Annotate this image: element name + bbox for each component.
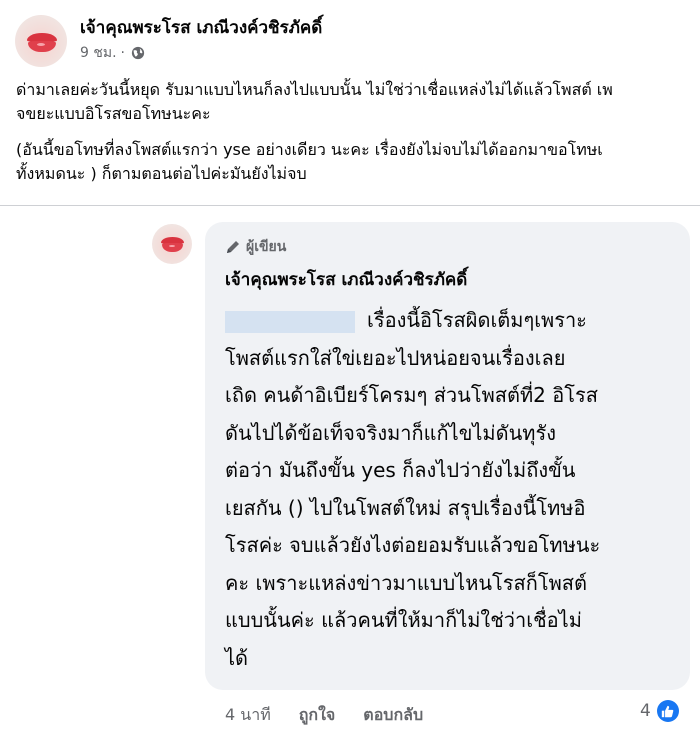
avatar[interactable] (15, 15, 67, 67)
post-author-name[interactable]: เจ้าคุณพระโรส เภณีวงค์วชิรภัคดิ์ (80, 14, 322, 41)
comment-line: ได้ (225, 645, 249, 670)
like-button[interactable]: ถูกใจ (299, 703, 336, 728)
comment-line: โพสต์แรกใส่ใข่เยอะไปหน่อยจนเรื่องเลย (225, 345, 566, 370)
reaction-count: 4 (640, 701, 651, 721)
post-meta: 9 ชม. · (80, 42, 145, 64)
comment-avatar[interactable] (152, 224, 192, 264)
author-badge-label: ผู้เขียน (246, 239, 287, 255)
comment-text: เรื่องนี้อิโรสผิดเต็มๆเพราะ โพสต์แรกใส่ใ… (225, 302, 680, 677)
comment-line-1: เรื่องนี้อิโรสผิดเต็มๆเพราะ (225, 302, 680, 340)
comment-line: โรสค่ะ จบแล้วยังไงต่อยอมรับแล้วขอโทษนะ (225, 533, 601, 557)
comment-time[interactable]: 4 นาที (225, 703, 271, 728)
redacted-mention (225, 310, 355, 333)
lips-shine (169, 245, 175, 247)
comment-author-name[interactable]: เจ้าคุณพระโรส เภณีวงค์วชิรภัคดิ์ (225, 266, 467, 293)
divider (0, 205, 700, 206)
globe-icon (131, 46, 145, 60)
comment-line: ต่อว่า มันถึงขั้น yes ก็ลงไปว่ายังไม่ถึง… (225, 458, 576, 482)
post-line: ด่ามาเลยค่ะวันนี้หยุด รับมาแบบไหนก็ลงไปแ… (16, 80, 613, 99)
comment-line: คะ เพราะแหล่งข่าวมาแบบไหนโรสก็โพสต์ (225, 570, 587, 595)
author-badge: ผู้เขียน (225, 236, 286, 258)
reply-button[interactable]: ตอบกลับ (363, 703, 423, 728)
comment-line: เรื่องนี้อิโรสผิดเต็มๆเพราะ (367, 308, 587, 332)
post-line: (อันนี้ขอโทษที่ลงโพสต์แรกว่า yse อย่างเด… (16, 140, 603, 159)
comment-actions: 4 นาที ถูกใจ ตอบกลับ (225, 703, 423, 728)
comment-line: เยสกัน () ไปในโพสต์ใหม่ สรุปเรื่องนี้โทษ… (225, 495, 586, 520)
lips-shine (37, 43, 45, 46)
comment-bubble: ผู้เขียน เจ้าคุณพระโรส เภณีวงค์วชิรภัคดิ… (205, 222, 690, 690)
pen-icon (227, 241, 239, 253)
post-paragraph: ด่ามาเลยค่ะวันนี้หยุด รับมาแบบไหนก็ลงไปแ… (16, 78, 700, 126)
post-line: ทั้งหมดนะ ) ก็ตามตอนต่อไปค่ะมันยังไม่จบ (16, 164, 307, 183)
reaction-summary[interactable]: 4 (640, 700, 679, 722)
meta-separator: · (120, 45, 125, 61)
post-timestamp[interactable]: 9 ชม. (80, 42, 117, 64)
comment-line: ดันไปได้ข้อเท็จจริงมาก็แก้ไขไม่ดันทุรัง (225, 420, 556, 445)
post-paragraph: (อันนี้ขอโทษที่ลงโพสต์แรกว่า yse อย่างเด… (16, 138, 700, 186)
comment-line: เถิด คนด้าอิเบียร์โครมๆ ส่วนโพสต์ที่2 อิ… (225, 383, 598, 407)
post-line: จขยะแบบอิโรสขอโทษนะคะ (16, 104, 211, 123)
post-body: ด่ามาเลยค่ะวันนี้หยุด รับมาแบบไหนก็ลงไปแ… (16, 78, 700, 198)
comment-line: แบบนั้นค่ะ แล้วคนที่ให้มาก็ไม่ใช่ว่าเชื่… (225, 608, 582, 632)
like-icon (656, 700, 679, 722)
